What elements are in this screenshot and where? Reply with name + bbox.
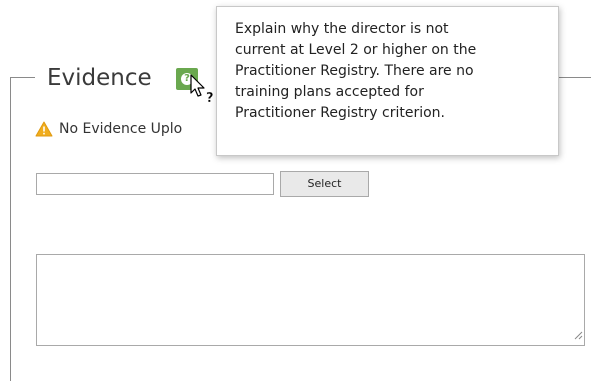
- no-evidence-warning: No Evidence Uplo: [35, 121, 182, 137]
- evidence-page: Evidence ? ? No Evidence Uplo Select Exp…: [0, 0, 591, 381]
- resize-grip-icon[interactable]: [573, 325, 583, 344]
- select-button[interactable]: Select: [280, 171, 369, 197]
- evidence-comment-textarea[interactable]: [36, 254, 585, 346]
- warning-triangle-icon: [35, 121, 53, 137]
- tooltip-line: Explain why the director is not: [235, 21, 449, 37]
- evidence-legend: Evidence: [47, 65, 152, 91]
- tooltip-line: Practitioner Registry. There are no: [235, 63, 474, 79]
- fieldset-border-top-right: [556, 77, 591, 78]
- fieldset-border-left: [10, 77, 11, 381]
- help-tooltip: Explain why the director is not current …: [216, 6, 559, 156]
- tooltip-line: training plans accepted for: [235, 84, 424, 100]
- warning-text: No Evidence Uplo: [59, 121, 183, 137]
- tooltip-line: current at Level 2 or higher on the: [235, 42, 477, 58]
- file-path-input[interactable]: [36, 173, 274, 195]
- svg-text:?: ?: [206, 91, 214, 104]
- tooltip-line: Practitioner Registry criterion.: [235, 105, 445, 121]
- help-cursor-icon: ?: [189, 74, 219, 108]
- fieldset-border-top-left: [10, 77, 35, 78]
